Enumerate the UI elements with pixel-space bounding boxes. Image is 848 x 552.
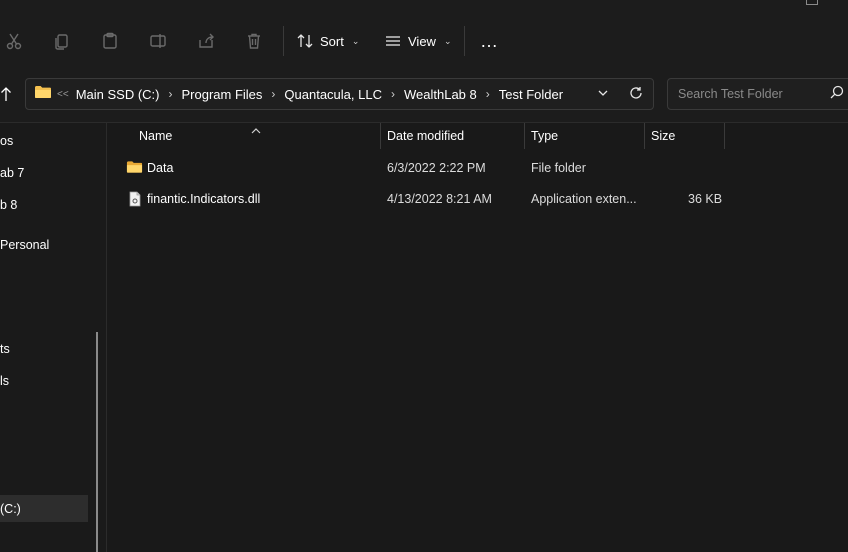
file-name[interactable]: Data — [147, 161, 173, 175]
chevron-right-icon[interactable]: › — [271, 87, 275, 101]
dll-file-icon — [129, 191, 141, 212]
sidebar-item-personal[interactable]: Personal — [0, 238, 49, 252]
view-label: View — [408, 33, 436, 49]
sidebar-item[interactable]: os — [0, 134, 13, 148]
chevron-right-icon[interactable]: › — [168, 87, 172, 101]
file-type: Application exten... — [531, 192, 637, 206]
search-box[interactable] — [667, 78, 848, 110]
breadcrumb-wealthlab-8[interactable]: WealthLab 8 — [404, 87, 477, 102]
address-history-chevron-icon[interactable] — [597, 86, 609, 104]
window-control-icon[interactable] — [806, 0, 818, 5]
chevron-right-icon[interactable]: › — [486, 87, 490, 101]
sidebar-item[interactable]: b 8 — [0, 198, 17, 212]
column-header-date-modified[interactable]: Date modified — [387, 129, 464, 143]
folder-icon — [126, 160, 143, 179]
chevron-right-icon[interactable]: › — [391, 87, 395, 101]
file-date: 6/3/2022 2:22 PM — [387, 161, 486, 175]
column-separator[interactable] — [724, 123, 725, 149]
file-type: File folder — [531, 161, 586, 175]
sidebar-item[interactable]: ls — [0, 374, 9, 388]
sidebar-scrollbar[interactable] — [96, 332, 98, 552]
share-icon[interactable] — [195, 30, 217, 52]
folder-icon — [34, 85, 52, 104]
cut-icon[interactable] — [3, 30, 25, 52]
rename-icon[interactable] — [147, 30, 169, 52]
search-icon[interactable] — [830, 85, 844, 104]
up-arrow-icon[interactable] — [0, 86, 12, 107]
file-size: 36 KB — [688, 192, 723, 206]
address-bar[interactable]: << Main SSD (C:) › Program Files › Quant… — [25, 78, 654, 110]
chevron-down-icon: ⌄ — [443, 35, 452, 46]
column-header-size[interactable]: Size — [651, 129, 675, 143]
delete-icon[interactable] — [243, 30, 265, 52]
sort-icon — [297, 34, 313, 48]
column-header-type[interactable]: Type — [531, 129, 558, 143]
chevron-down-icon: ⌄ — [351, 35, 360, 46]
copy-icon[interactable] — [51, 30, 73, 52]
file-date: 4/13/2022 8:21 AM — [387, 192, 492, 206]
sort-label: Sort — [320, 33, 344, 49]
breadcrumb-main-ssd[interactable]: Main SSD (C:) — [76, 87, 160, 102]
view-icon — [386, 36, 400, 46]
file-name[interactable]: finantic.Indicators.dll — [147, 192, 260, 206]
view-button[interactable]: View ⌄ — [384, 28, 452, 54]
breadcrumb-quantacula[interactable]: Quantacula, LLC — [284, 87, 382, 102]
paste-icon[interactable] — [99, 30, 121, 52]
file-row[interactable] — [126, 159, 846, 181]
breadcrumb-program-files[interactable]: Program Files — [181, 87, 262, 102]
column-header-name[interactable]: Name — [139, 129, 172, 143]
navigation-pane — [0, 123, 107, 552]
sort-button[interactable]: Sort ⌄ — [296, 28, 359, 54]
sort-ascending-icon — [251, 121, 261, 139]
sidebar-item[interactable]: ab 7 — [0, 166, 24, 180]
search-input[interactable] — [676, 86, 830, 102]
toolbar-separator — [464, 26, 465, 56]
more-icon: … — [480, 30, 499, 51]
sidebar-item-main-ssd[interactable]: (C:) — [0, 502, 21, 516]
refresh-icon[interactable] — [629, 86, 643, 105]
sidebar-item[interactable]: ts — [0, 342, 10, 356]
breadcrumb-test-folder[interactable]: Test Folder — [499, 87, 563, 102]
more-options-button[interactable]: … — [480, 28, 499, 54]
toolbar-separator — [283, 26, 284, 56]
breadcrumb-overflow[interactable]: << — [57, 89, 69, 100]
column-separator[interactable] — [644, 123, 645, 149]
column-separator[interactable] — [524, 123, 525, 149]
column-separator[interactable] — [380, 123, 381, 149]
